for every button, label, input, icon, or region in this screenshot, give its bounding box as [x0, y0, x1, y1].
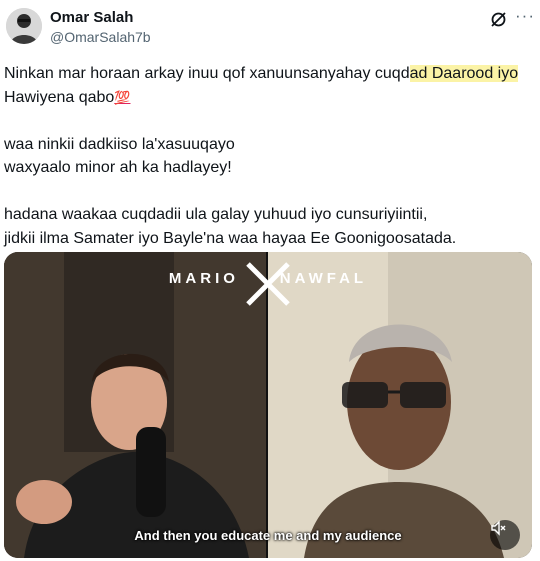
author-name[interactable]: Omar Salah [50, 9, 133, 26]
video-brand: MARIO NAWFAL [168, 270, 368, 287]
author-handle[interactable]: @OmarSalah7b [50, 29, 151, 45]
avatar[interactable] [6, 8, 42, 44]
tweet-line-5: hadana waakaa cuqdadii ula galay yuhuud … [4, 206, 428, 223]
video-caption: And then you educate me and my audience [134, 528, 402, 543]
tweet-line-6: jidkii ilma Samater iyo Bayle'na waa hay… [4, 229, 457, 247]
more-options-icon[interactable]: ··· [515, 6, 535, 26]
mute-button[interactable] [490, 520, 520, 550]
hundred-points-emoji: 💯 [114, 89, 131, 105]
highlighted-text: ad Daarood iyo [409, 65, 519, 82]
grok-icon[interactable] [490, 11, 507, 28]
video-player[interactable]: MARIO NAWFAL And then you educate me and… [4, 252, 532, 558]
tweet-line-3: waa ninkii dadkiiso la'xasuuqayo [4, 135, 235, 153]
speaker-muted-icon [491, 520, 506, 536]
tweet-line-4: waxyaalo minor ah ka hadlayey! [4, 159, 232, 176]
video-frame [4, 252, 532, 558]
tweet-line-1: Ninkan mar horaan arkay inuu qof xanuuns… [4, 65, 519, 82]
tweet: Omar Salah @OmarSalah7b ··· Ninkan mar h… [0, 0, 540, 561]
tweet-text: Ninkan mar horaan arkay inuu qof xanuuns… [4, 62, 538, 250]
tweet-line-2: Hawiyena qabo💯 [4, 88, 131, 106]
